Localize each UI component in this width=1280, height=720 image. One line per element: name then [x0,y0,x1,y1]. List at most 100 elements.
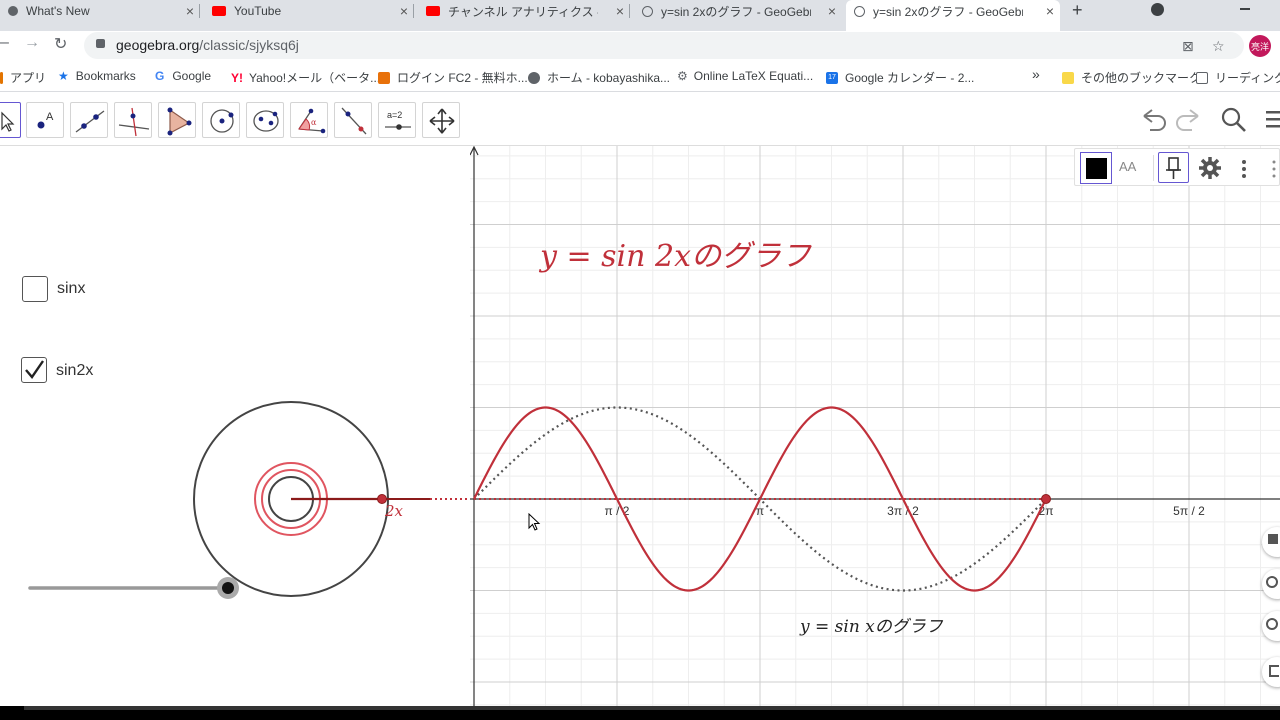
yahoo-icon: Y! [231,70,243,85]
color-swatch-button[interactable] [1080,152,1112,184]
redo-icon[interactable] [1172,102,1206,141]
undo-icon[interactable] [1136,102,1170,141]
back-icon[interactable]: – [0,34,9,52]
svg-text:A: A [46,111,54,123]
browser-tab[interactable]: What's New × [0,0,200,22]
youtube-icon [212,6,226,16]
geogebra-icon [642,5,653,17]
bookmark-label: アプリ [10,71,47,85]
address-bar[interactable]: geogebra.org/classic/sjyksq6j ⊠ ☆ [84,32,1244,59]
url-text[interactable]: geogebra.org/classic/sjyksq6j [116,37,299,53]
url-path: /classic/sjyksq6j [199,37,299,53]
geogebra-icon [854,5,865,17]
reflect-tool[interactable] [334,102,372,138]
tab-separator [413,4,414,18]
ellipse-tool[interactable] [246,102,284,138]
bookmark-label: Yahoo!メール（ベータ... [249,71,381,85]
home-icon [1268,534,1278,544]
perpendicular-tool[interactable] [114,102,152,138]
bookmark-home[interactable]: ホーム - kobayashika... [528,69,670,86]
line-tool[interactable] [70,102,108,138]
reading-list[interactable]: リーディング リ [1196,69,1280,86]
tab-title: チャンネル アナリティクス - YouTube [448,4,598,19]
point-tool[interactable]: A [26,102,64,138]
unit-circle-figure: 2x [28,401,470,599]
bookmarks-bar: アプリ ★ Bookmarks G Google Y! Yahoo!メール（ベータ..… [0,60,1280,92]
slider-tool[interactable]: a=2 [378,102,416,138]
forward-icon[interactable]: → [24,34,40,52]
close-icon[interactable]: × [616,3,624,19]
graph-title: y = sin 2xのグラフ [538,239,812,274]
algebra-panel: sinx sin2x 2x [0,146,470,706]
bookmark-label: ホーム - kobayashika... [547,71,671,85]
zoom-in-icon [1266,576,1278,588]
circle-tool[interactable] [202,102,240,138]
browser-tab[interactable]: チャンネル アナリティクス - YouTube × [418,0,630,22]
bookmark-label: その他のブックマーク [1081,71,1202,85]
tab-separator [199,4,200,18]
bookmark-apps[interactable]: アプリ [0,69,46,86]
reading-list-icon [1196,71,1208,84]
translate-icon[interactable]: ⊠ [1182,38,1194,55]
browser-tab-active[interactable]: y=sin 2xのグラフ - GeoGebra × [846,0,1060,31]
menu-icon[interactable] [1264,109,1280,136]
pin-icon [1166,157,1181,179]
zoom-out-icon [1266,618,1278,630]
bookmark-label: リーディング リ [1215,71,1280,85]
video-bottom-bar [0,706,1280,720]
slider-handle[interactable] [222,582,234,594]
close-icon[interactable]: × [186,3,194,19]
reload-icon[interactable]: ↻ [54,34,67,54]
progress-track [24,706,1280,710]
youtube-icon [426,6,440,16]
move-graphics-tool[interactable] [422,102,460,138]
tab-title: y=sin 2xのグラフ - GeoGebra [873,4,1023,19]
x-tick-label: 5π / 2 [1173,504,1205,518]
drag-handle-icon[interactable] [1271,159,1277,184]
angle-tool[interactable]: α [290,102,328,138]
bookmark-bookmarks[interactable]: ★ Bookmarks [58,69,136,83]
fc2-icon [378,71,390,84]
profile-avatar[interactable]: 亮洋 [1249,35,1271,57]
bookmark-label: Online LaTeX Equati... [693,69,814,83]
move-tool[interactable] [0,102,21,138]
lock-icon [96,39,105,48]
fullscreen-icon [1269,665,1279,677]
svg-text:α: α [311,118,317,127]
bookmark-latex[interactable]: ⚙ Online LaTeX Equati... [677,69,813,83]
close-icon[interactable]: × [1046,3,1054,19]
graphics-view[interactable]: 3210−1−2π / 2π3π / 22π5π / 2y = sin 2xのグ… [452,145,1280,706]
bookmark-label: Bookmarks [75,69,136,83]
tab-title: y=sin 2xのグラフ - GeoGebra [661,4,811,19]
star-icon[interactable]: ☆ [1212,38,1225,55]
google-icon: G [155,69,165,83]
tab-search-icon[interactable] [1151,3,1164,16]
more-options-icon[interactable] [1241,159,1247,184]
endpoint-marker[interactable] [1041,494,1052,504]
mouse-cursor-icon [528,513,541,531]
url-domain: geogebra.org [116,37,200,53]
graph-canvas[interactable]: 3210−1−2π / 2π3π / 22π5π / 2y = sin 2xのグ… [452,145,1280,706]
new-tab-button[interactable]: + [1072,0,1083,21]
bookmarks-overflow[interactable]: » [1032,66,1040,82]
star-icon: ★ [58,69,69,83]
close-icon[interactable]: × [828,3,836,19]
bookmark-other[interactable]: その他のブックマーク [1062,69,1201,86]
svg-text:a=2: a=2 [387,110,402,120]
browser-tab[interactable]: y=sin 2xのグラフ - GeoGebra × [634,0,842,22]
font-size-button[interactable]: AA [1119,159,1136,174]
bookmark-google[interactable]: G Google [155,69,211,83]
pin-button[interactable] [1158,152,1189,183]
geogebra-toolbar: A α a=2 [0,93,1280,146]
bookmark-fc2[interactable]: ログイン FC2 - 無料ホ... [378,69,528,86]
bookmark-yahoo[interactable]: Y! Yahoo!メール（ベータ... [231,69,380,86]
polygon-tool[interactable] [158,102,196,138]
minimize-icon[interactable] [1240,8,1250,10]
browser-tab[interactable]: YouTube × [204,0,414,22]
gear-icon[interactable] [1197,155,1223,186]
search-icon[interactable] [1216,102,1250,141]
bookmark-calendar[interactable]: 17 Google カレンダー - 2... [826,69,974,86]
black-swatch [1086,158,1107,179]
folder-icon [1062,71,1074,84]
close-icon[interactable]: × [400,3,408,19]
